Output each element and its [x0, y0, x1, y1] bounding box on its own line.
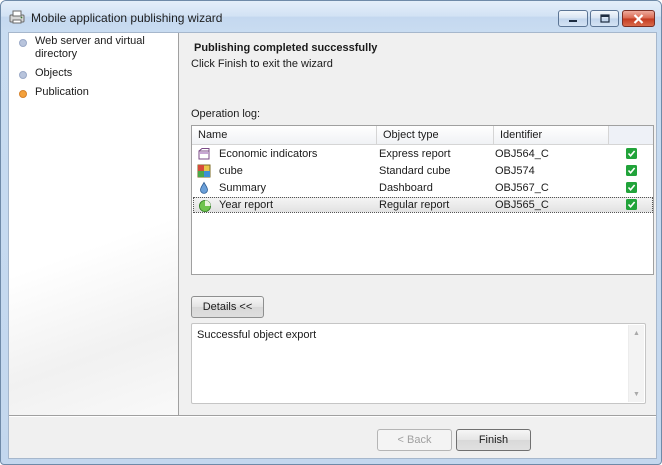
details-textarea[interactable]: Successful object export ▲ ▼ [191, 323, 646, 404]
table-row[interactable]: cube Standard cube OBJ574 [193, 163, 653, 179]
express-report-icon [198, 148, 210, 160]
step-label: Objects [35, 67, 73, 79]
minimize-button[interactable] [558, 10, 588, 27]
close-button[interactable] [622, 10, 655, 27]
page-title: Publishing completed successfully [194, 42, 378, 54]
scroll-down-icon[interactable]: ▼ [630, 387, 643, 401]
row-type: Standard cube [379, 165, 451, 177]
table-row[interactable]: Economic indicators Express report OBJ56… [193, 146, 653, 162]
wizard-steps-panel: Web server and virtual directory Objects… [9, 33, 179, 415]
table-row[interactable]: Summary Dashboard OBJ567_C [193, 180, 653, 196]
success-check-icon [626, 165, 637, 176]
maximize-icon [599, 14, 610, 23]
column-header-status [609, 126, 653, 144]
step-bullet-icon [19, 39, 27, 47]
success-check-icon [626, 182, 637, 193]
table-header: Name Object type Identifier [192, 126, 653, 145]
scroll-up-icon[interactable]: ▲ [630, 326, 643, 340]
row-type: Express report [379, 148, 451, 160]
wizard-client-area: Web server and virtual directory Objects… [8, 32, 657, 459]
window-title: Mobile application publishing wizard [31, 11, 223, 25]
operation-log-table[interactable]: Name Object type Identifier Economic ind… [191, 125, 654, 275]
row-name: Year report [219, 199, 274, 211]
finish-button[interactable]: Finish [456, 429, 531, 451]
back-button[interactable]: < Back [377, 429, 452, 451]
column-header-name[interactable]: Name [192, 126, 377, 144]
row-name: cube [219, 165, 243, 177]
step-current-bullet-icon [19, 90, 27, 98]
cube-icon [197, 164, 211, 178]
row-identifier: OBJ564_C [495, 148, 549, 160]
step-objects: Objects [9, 67, 178, 80]
row-name: Summary [219, 182, 267, 194]
minimize-icon [569, 19, 577, 22]
step-publication: Publication [9, 86, 178, 99]
wizard-main-panel: Publishing completed successfully Click … [179, 33, 656, 415]
step-bullet-icon [19, 71, 27, 79]
row-type: Dashboard [379, 182, 433, 194]
success-check-icon [626, 199, 637, 210]
close-icon [633, 13, 644, 24]
column-header-identifier[interactable]: Identifier [494, 126, 609, 144]
success-check-icon [626, 148, 637, 159]
regular-report-icon [199, 200, 211, 212]
row-identifier: OBJ567_C [495, 182, 549, 194]
step-label: Publication [35, 86, 89, 98]
wizard-app-icon [9, 10, 25, 24]
operation-log-label: Operation log: [191, 108, 261, 120]
row-identifier: OBJ574 [495, 165, 535, 177]
dashboard-icon [200, 181, 208, 194]
row-type: Regular report [379, 199, 450, 211]
details-text: Successful object export [197, 329, 317, 341]
maximize-button[interactable] [590, 10, 619, 27]
title-bar[interactable]: Mobile application publishing wizard [1, 1, 661, 32]
row-name: Economic indicators [219, 148, 318, 160]
wizard-window: Mobile application publishing wizard Web… [0, 0, 662, 465]
details-scrollbar[interactable]: ▲ ▼ [628, 325, 644, 402]
footer-divider [9, 415, 656, 417]
details-toggle-button[interactable]: Details << [191, 296, 264, 318]
page-subtitle: Click Finish to exit the wizard [191, 58, 333, 70]
step-label: Web server and virtual directory [35, 35, 145, 60]
table-row-selected[interactable]: Year report Regular report OBJ565_C [193, 197, 653, 213]
row-identifier: OBJ565_C [495, 199, 549, 211]
step-web-server: Web server and virtual directory [9, 35, 178, 61]
column-header-object-type[interactable]: Object type [377, 126, 494, 144]
